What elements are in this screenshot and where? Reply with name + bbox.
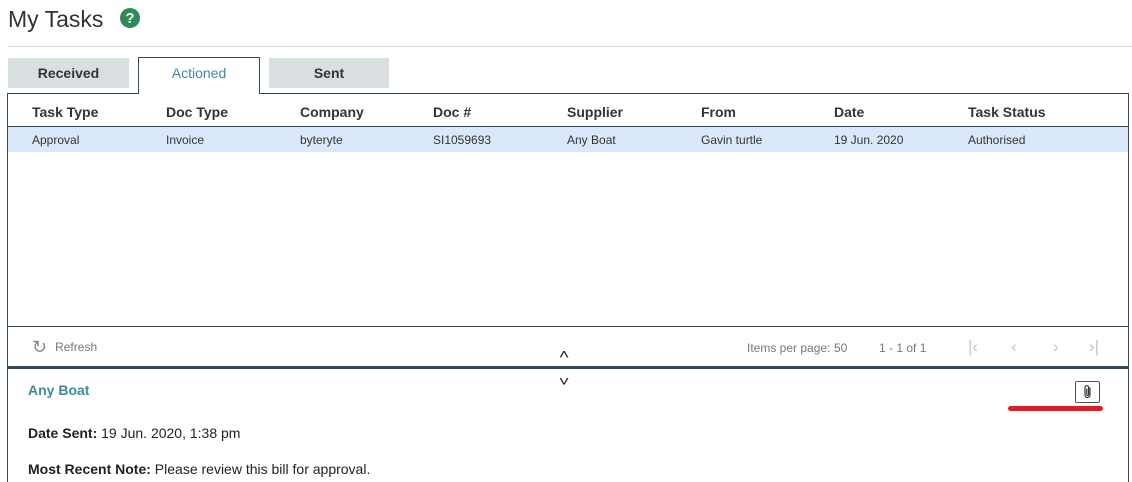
tab-sent[interactable]: Sent <box>269 58 389 88</box>
column-header-doc-type[interactable]: Doc Type <box>166 104 228 120</box>
chevron-down-icon[interactable]: ˅ <box>559 373 570 389</box>
detail-left-border <box>7 369 8 482</box>
cell-date: 19 Jun. 2020 <box>834 133 904 147</box>
cell-task-type: Approval <box>32 133 80 147</box>
tab-received[interactable]: Received <box>8 58 129 88</box>
title-divider <box>8 46 1132 47</box>
help-icon[interactable]: ? <box>120 8 140 28</box>
cell-task-status: Authorised <box>968 133 1026 147</box>
grid-footer-divider <box>8 326 1128 327</box>
chevron-up-icon[interactable]: ˄ <box>559 346 570 362</box>
cell-supplier: Any Boat <box>567 133 616 147</box>
date-sent-line: Date Sent: 19 Jun. 2020, 1:38 pm <box>28 425 240 441</box>
page-title: My Tasks <box>8 6 104 32</box>
previous-page-icon[interactable]: ‹ <box>1011 337 1017 357</box>
attachment-button[interactable] <box>1075 381 1100 403</box>
highlight-underline <box>1008 406 1103 411</box>
next-page-icon[interactable]: › <box>1053 337 1059 357</box>
column-header-from[interactable]: From <box>701 104 736 120</box>
cell-doc-number: SI1059693 <box>433 133 492 147</box>
date-sent-label: Date Sent: <box>28 425 98 441</box>
items-per-page-label: Items per page: <box>747 341 831 355</box>
recent-note-line: Most Recent Note: Please review this bil… <box>28 461 370 477</box>
detail-title: Any Boat <box>28 382 90 398</box>
detail-right-border <box>1128 369 1129 482</box>
tab-actioned[interactable]: Actioned <box>138 57 260 94</box>
last-page-icon[interactable]: ›| <box>1089 337 1099 357</box>
cell-from: Gavin turtle <box>701 133 763 147</box>
column-header-task-status[interactable]: Task Status <box>968 104 1046 120</box>
table-row[interactable]: Approval Invoice byteryte SI1059693 Any … <box>8 127 1128 152</box>
table-header: Task Type Doc Type Company Doc # Supplie… <box>8 94 1128 127</box>
refresh-icon: ↻ <box>32 337 48 357</box>
first-page-icon[interactable]: |‹ <box>968 337 978 357</box>
column-header-doc-number[interactable]: Doc # <box>433 104 471 120</box>
column-header-task-type[interactable]: Task Type <box>32 104 98 120</box>
cell-company: byteryte <box>300 133 343 147</box>
column-header-company[interactable]: Company <box>300 104 364 120</box>
pager-range: 1 - 1 of 1 <box>879 341 927 355</box>
items-per-page-select[interactable]: 50 <box>834 341 847 355</box>
date-sent-value: 19 Jun. 2020, 1:38 pm <box>101 425 241 441</box>
recent-note-label: Most Recent Note: <box>28 461 151 477</box>
column-header-supplier[interactable]: Supplier <box>567 104 623 120</box>
refresh-label: Refresh <box>55 340 98 354</box>
recent-note-value: Please review this bill for approval. <box>154 461 371 477</box>
cell-doc-type: Invoice <box>166 133 205 147</box>
column-header-date[interactable]: Date <box>834 104 864 120</box>
tasks-grid: Task Type Doc Type Company Doc # Supplie… <box>7 93 1129 369</box>
paperclip-icon <box>1083 385 1091 399</box>
refresh-button[interactable]: ↻ Refresh <box>32 338 97 356</box>
